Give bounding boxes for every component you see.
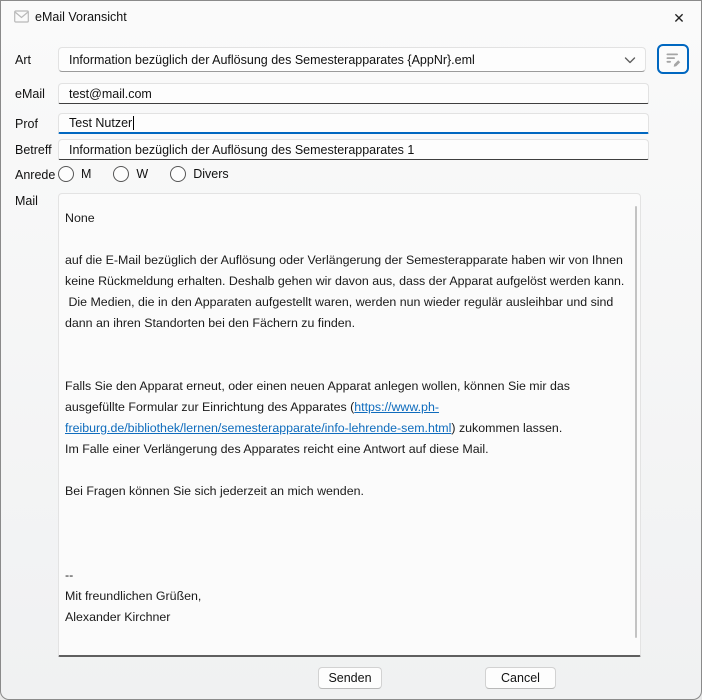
mail-scrollbar[interactable]	[635, 206, 638, 638]
radio-circle-icon	[58, 166, 74, 182]
radio-anrede-w[interactable]: W	[113, 166, 148, 182]
art-template-value: Information bezüglich der Auflösung des …	[69, 53, 475, 67]
radio-circle-icon	[113, 166, 129, 182]
prof-input[interactable]: Test Nutzer	[58, 113, 649, 134]
anrede-radio-group: M W Divers	[58, 165, 251, 183]
art-template-select[interactable]: Information bezüglich der Auflösung des …	[58, 47, 646, 72]
email-value: test@mail.com	[69, 87, 152, 101]
radio-label: W	[136, 167, 148, 181]
senden-button[interactable]: Senden	[318, 667, 382, 689]
prof-label: Prof	[15, 117, 38, 131]
close-button[interactable]: ✕	[665, 6, 693, 30]
art-label: Art	[15, 53, 31, 67]
text-caret	[133, 116, 134, 130]
cancel-button[interactable]: Cancel	[485, 667, 556, 689]
radio-anrede-m[interactable]: M	[58, 166, 91, 182]
edit-template-button[interactable]	[657, 44, 689, 74]
radio-label: Divers	[193, 167, 228, 181]
envelope-icon	[14, 10, 29, 23]
email-preview-dialog: eMail Voransicht ✕ Art Information bezüg…	[0, 0, 702, 700]
email-input[interactable]: test@mail.com	[58, 83, 649, 104]
radio-circle-icon	[170, 166, 186, 182]
window-title: eMail Voransicht	[35, 10, 127, 24]
mail-body-text: None auf die E-Mail bezüglich der Auflös…	[65, 208, 628, 649]
edit-note-icon	[665, 51, 682, 67]
prof-value: Test Nutzer	[69, 116, 132, 130]
mail-body-after-link: ) zukommen lassen. Im Falle einer Verlän…	[65, 421, 562, 624]
mail-body-editor[interactable]: None auf die E-Mail bezüglich der Auflös…	[58, 193, 641, 657]
mail-body-before-link: None auf die E-Mail bezüglich der Auflös…	[65, 211, 626, 414]
betreff-label: Betreff	[15, 143, 52, 157]
betreff-value: Information bezüglich der Auflösung des …	[69, 143, 414, 157]
radio-label: M	[81, 167, 91, 181]
title-bar: eMail Voransicht ✕	[1, 1, 701, 33]
email-label: eMail	[15, 87, 45, 101]
radio-anrede-divers[interactable]: Divers	[170, 166, 228, 182]
betreff-input[interactable]: Information bezüglich der Auflösung des …	[58, 139, 649, 160]
chevron-down-icon	[624, 56, 636, 65]
mail-label: Mail	[15, 194, 38, 208]
anrede-label: Anrede	[15, 168, 55, 182]
